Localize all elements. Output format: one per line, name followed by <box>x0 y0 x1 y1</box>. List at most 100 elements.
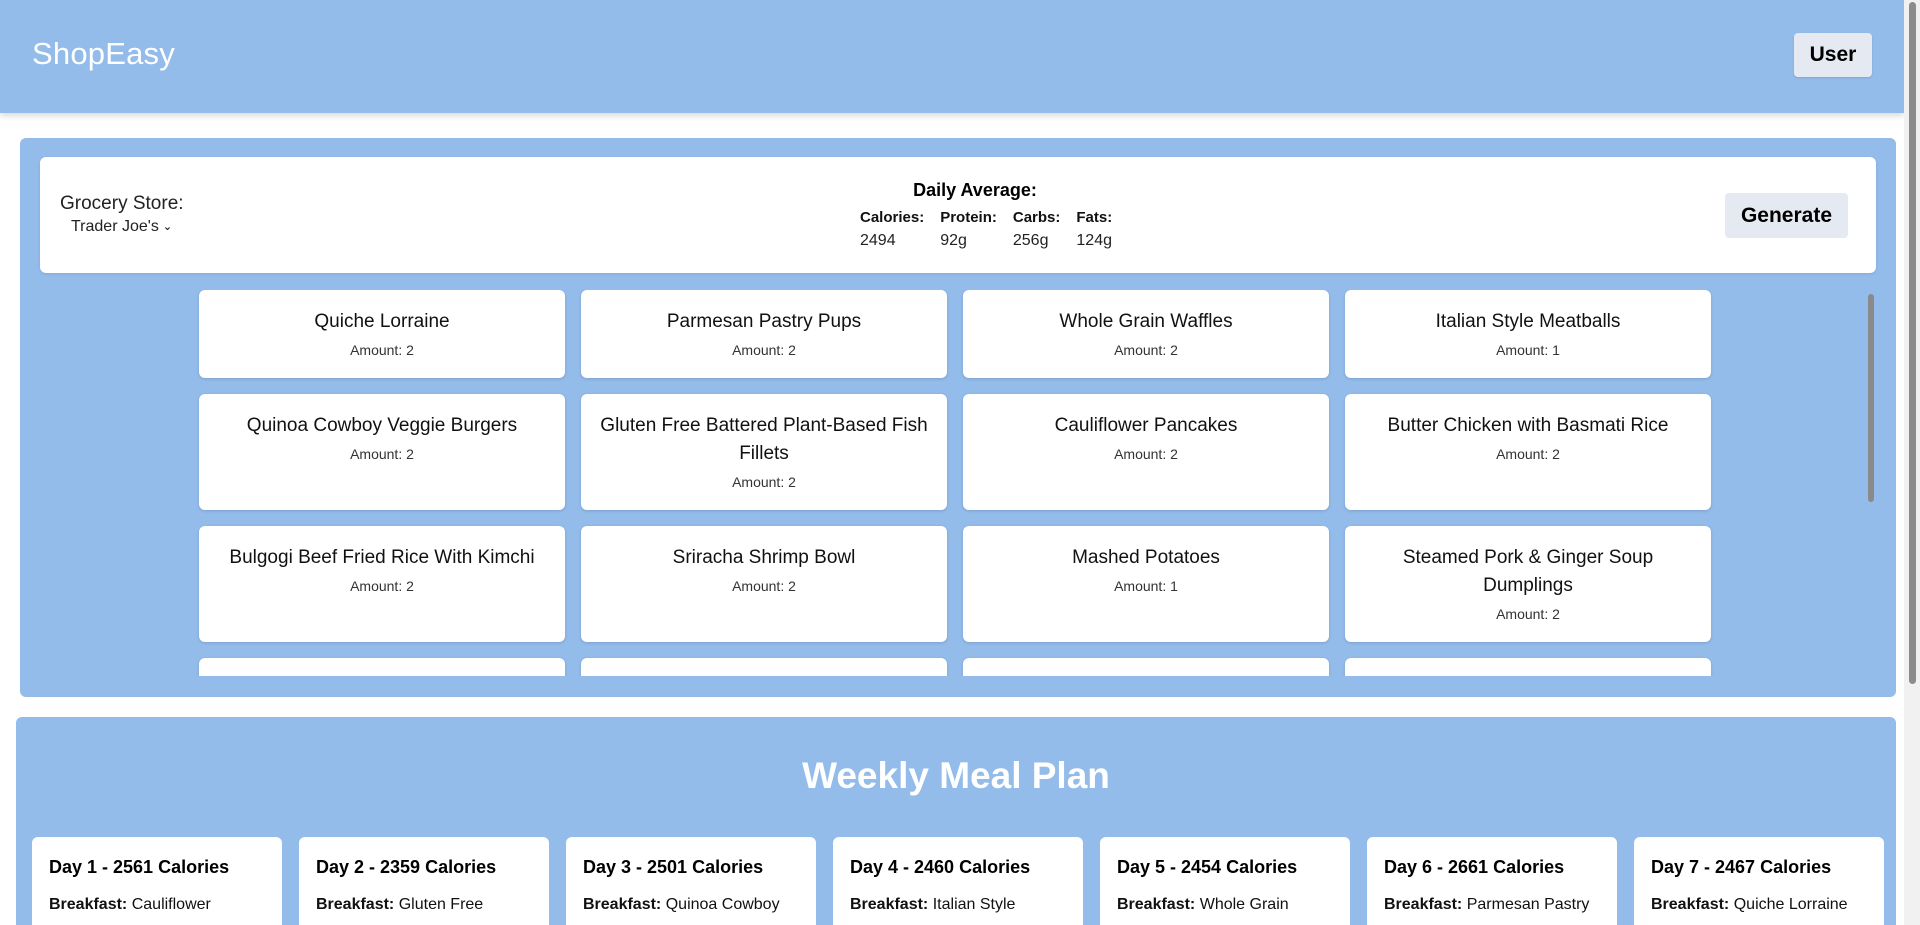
meal-name: Butter Chicken with Basmati Rice <box>1387 415 1669 436</box>
generate-button[interactable]: Generate <box>1725 193 1848 238</box>
day-card: Day 6 - 2661 Calories Breakfast: Parmesa… <box>1367 837 1617 925</box>
meal-card[interactable]: Quinoa Cowboy Veggie Burgers Amount: 2 <box>199 394 565 510</box>
meal-card[interactable]: Cauliflower Pancakes Amount: 2 <box>963 394 1329 510</box>
day-title: Day 3 - 2501 Calories <box>583 857 764 877</box>
breakfast-value: Whole Grain <box>1199 896 1289 913</box>
meal-name: Bulgogi Beef Fried Rice With Kimchi <box>229 547 535 568</box>
breakfast-value: Italian Style <box>932 896 1016 913</box>
meal-card-partial[interactable] <box>963 658 1329 676</box>
day-card: Day 4 - 2460 Calories Breakfast: Italian… <box>833 837 1083 925</box>
macro-label: Calories: <box>860 209 925 226</box>
day-card: Day 1 - 2561 Calories Breakfast: Caulifl… <box>32 837 282 925</box>
meal-amount: Amount: 2 <box>732 474 796 490</box>
weekly-meal-plan: Weekly Meal Plan Day 1 - 2561 Calories B… <box>16 717 1896 925</box>
day-card: Day 5 - 2454 Calories Breakfast: Whole G… <box>1100 837 1350 925</box>
macro-calories: Calories: 2494 <box>860 209 924 250</box>
day-title: Day 2 - 2359 Calories <box>316 857 497 877</box>
brand-logo[interactable]: ShopEasy <box>32 36 175 72</box>
day-card: Day 7 - 2467 Calories Breakfast: Quiche … <box>1634 837 1884 925</box>
breakfast-label: Breakfast: <box>1117 896 1196 913</box>
macro-fats: Fats: 124g <box>1076 209 1112 250</box>
meal-card-partial[interactable] <box>199 658 565 676</box>
user-button[interactable]: User <box>1794 33 1872 77</box>
meal-amount: Amount: 2 <box>732 578 796 594</box>
breakfast-label: Breakfast: <box>1651 896 1730 913</box>
day-card: Day 3 - 2501 Calories Breakfast: Quinoa … <box>566 837 816 925</box>
breakfast-label: Breakfast: <box>49 896 128 913</box>
meal-card[interactable]: Butter Chicken with Basmati Rice Amount:… <box>1345 394 1711 510</box>
meal-card[interactable]: Parmesan Pastry Pups Amount: 2 <box>581 290 947 378</box>
meal-amount: Amount: 2 <box>350 446 414 462</box>
breakfast-value: Gluten Free <box>398 896 484 913</box>
day-title: Day 5 - 2454 Calories <box>1117 857 1298 877</box>
macro-list: Calories: 2494 Protein: 92g Carbs: 256g … <box>820 209 1130 250</box>
page: ShopEasy User Grocery Store: Trader Joe'… <box>0 0 1904 925</box>
breakfast-value: Quiche Lorraine <box>1733 896 1848 913</box>
day-title: Day 6 - 2661 Calories <box>1384 857 1565 877</box>
meal-name: Steamed Pork & Ginger Soup Dumplings <box>1402 547 1654 596</box>
meal-name: Cauliflower Pancakes <box>1054 415 1238 436</box>
day-breakfast: Breakfast: Parmesan Pastry <box>1384 896 1617 914</box>
meal-amount: Amount: 2 <box>732 342 796 358</box>
day-breakfast: Breakfast: Gluten Free <box>316 896 549 914</box>
meal-name: Mashed Potatoes <box>1072 547 1220 568</box>
meal-name: Sriracha Shrimp Bowl <box>672 547 856 568</box>
meal-card[interactable]: Sriracha Shrimp Bowl Amount: 2 <box>581 526 947 642</box>
breakfast-value: Parmesan Pastry <box>1466 896 1590 913</box>
macro-value: 2494 <box>860 232 896 249</box>
meal-amount: Amount: 2 <box>350 578 414 594</box>
meal-amount: Amount: 2 <box>1114 446 1178 462</box>
macro-value: 124g <box>1076 232 1112 249</box>
macro-value: 92g <box>940 232 967 249</box>
macro-protein: Protein: 92g <box>940 209 997 250</box>
meal-name: Parmesan Pastry Pups <box>666 311 862 332</box>
day-title: Day 1 - 2561 Calories <box>49 857 230 877</box>
window-scrollbar-thumb[interactable] <box>1909 2 1916 684</box>
meal-name: Quinoa Cowboy Veggie Burgers <box>246 415 518 436</box>
meal-card[interactable]: Quiche Lorraine Amount: 2 <box>199 290 565 378</box>
day-breakfast: Breakfast: Quinoa Cowboy <box>583 896 816 914</box>
day-breakfast: Breakfast: Quiche Lorraine <box>1651 896 1884 914</box>
app-header: ShopEasy User <box>0 0 1904 113</box>
meal-name: Quiche Lorraine <box>314 311 450 332</box>
meal-card-partial[interactable] <box>581 658 947 676</box>
grocery-panel: Grocery Store: Trader Joe's ⌄ Daily Aver… <box>20 138 1896 697</box>
day-breakfast: Breakfast: Whole Grain <box>1117 896 1350 914</box>
meal-name: Gluten Free Battered Plant-Based Fish Fi… <box>600 415 928 464</box>
grocery-store-select[interactable]: Trader Joe's ⌄ <box>71 218 172 236</box>
meal-name: Italian Style Meatballs <box>1435 311 1621 332</box>
breakfast-label: Breakfast: <box>583 896 662 913</box>
daily-average: Daily Average: Calories: 2494 Protein: 9… <box>820 180 1130 250</box>
meal-card-partial[interactable] <box>1345 658 1711 676</box>
weekly-title: Weekly Meal Plan <box>802 755 1110 796</box>
daily-average-title: Daily Average: <box>913 180 1037 200</box>
grocery-store-value: Trader Joe's <box>71 218 159 235</box>
macro-label: Carbs: <box>1012 209 1061 226</box>
breakfast-label: Breakfast: <box>316 896 395 913</box>
breakfast-value: Quinoa Cowboy <box>665 896 780 913</box>
meal-amount: Amount: 1 <box>1496 342 1560 358</box>
meal-grid[interactable]: Quiche Lorraine Amount: 2 Parmesan Pastr… <box>20 290 1896 676</box>
meal-amount: Amount: 2 <box>1114 342 1178 358</box>
macro-carbs: Carbs: 256g <box>1013 209 1061 250</box>
meal-card[interactable]: Mashed Potatoes Amount: 1 <box>963 526 1329 642</box>
macro-label: Fats: <box>1076 209 1113 226</box>
meal-card[interactable]: Bulgogi Beef Fried Rice With Kimchi Amou… <box>199 526 565 642</box>
meal-amount: Amount: 2 <box>350 342 414 358</box>
day-card: Day 2 - 2359 Calories Breakfast: Gluten … <box>299 837 549 925</box>
grocery-store-label: Grocery Store: <box>60 193 184 214</box>
meal-grid-scrollbar[interactable] <box>1868 294 1874 502</box>
summary-bar: Grocery Store: Trader Joe's ⌄ Daily Aver… <box>40 157 1876 273</box>
meal-card[interactable]: Gluten Free Battered Plant-Based Fish Fi… <box>581 394 947 510</box>
macro-label: Protein: <box>940 209 997 226</box>
meal-card[interactable]: Whole Grain Waffles Amount: 2 <box>963 290 1329 378</box>
meal-card[interactable]: Steamed Pork & Ginger Soup Dumplings Amo… <box>1345 526 1711 642</box>
meal-card[interactable]: Italian Style Meatballs Amount: 1 <box>1345 290 1711 378</box>
meal-name: Whole Grain Waffles <box>1059 311 1233 332</box>
breakfast-label: Breakfast: <box>850 896 929 913</box>
chevron-down-icon: ⌄ <box>162 220 173 233</box>
breakfast-label: Breakfast: <box>1384 896 1463 913</box>
day-breakfast: Breakfast: Cauliflower <box>49 896 282 914</box>
meal-amount: Amount: 2 <box>1496 446 1560 462</box>
day-title: Day 7 - 2467 Calories <box>1651 857 1832 877</box>
